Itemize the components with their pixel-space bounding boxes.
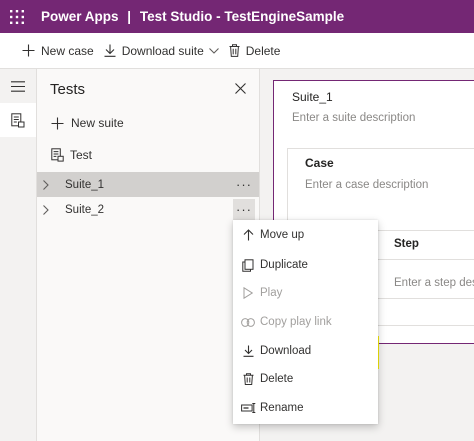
arrow-up-icon (239, 229, 257, 241)
download-suite-label: Download suite (121, 43, 204, 58)
test-item-label: Test (70, 148, 93, 162)
menu-item-delete[interactable]: Delete (233, 365, 378, 393)
trash-icon (229, 44, 240, 57)
link-icon (239, 317, 257, 327)
tree-item-suite-1[interactable]: Suite_1 ··· (37, 172, 259, 197)
tree-item-suite-2[interactable]: Suite_2 ··· (37, 197, 259, 222)
delete-button[interactable]: Delete (229, 33, 281, 68)
title-bar: Power Apps | Test Studio - TestEngineSam… (0, 0, 474, 33)
tree-item-label: Suite_2 (65, 203, 105, 216)
menu-item-label: Rename (260, 402, 304, 414)
context-menu: Move up Duplicate Play Copy play link Do… (233, 220, 378, 424)
hamburger-menu-icon[interactable] (0, 69, 36, 103)
menu-item-label: Play (260, 287, 283, 299)
menu-item-duplicate[interactable]: Duplicate (233, 251, 378, 279)
step-description-input[interactable]: Enter a step des (394, 277, 474, 289)
download-icon (239, 345, 257, 357)
menu-item-rename[interactable]: Rename (233, 394, 378, 422)
tests-pane: Tests New suite Test Suite_1 ··· Suite_2… (37, 69, 260, 441)
suite-description-input[interactable]: Enter a suite description (292, 112, 415, 124)
menu-item-label: Delete (260, 373, 294, 385)
chevron-right-icon[interactable] (43, 179, 65, 190)
case-title[interactable]: Case (305, 156, 334, 170)
tree-item-label: Suite_1 (65, 178, 105, 191)
pane-title: Tests (50, 81, 86, 98)
case-description-input[interactable]: Enter a case description (305, 179, 428, 191)
command-bar: New case Download suite Delete (0, 33, 474, 69)
menu-item-label: Move up (260, 229, 305, 241)
test-studio-icon[interactable] (0, 103, 36, 137)
download-suite-button[interactable]: Download suite (104, 33, 219, 68)
app-title: Power Apps | Test Studio - TestEngineSam… (41, 9, 344, 24)
chevron-down-icon (208, 47, 219, 54)
more-options-icon[interactable]: ··· (233, 174, 255, 196)
divider (378, 298, 474, 299)
more-options-icon[interactable]: ··· (233, 198, 255, 221)
menu-item-label: Download (260, 345, 312, 357)
rename-icon (239, 403, 257, 413)
new-case-button[interactable]: New case (22, 33, 94, 68)
left-rail (0, 69, 37, 441)
title-separator: | (127, 9, 132, 24)
context-title: Test Studio - TestEngineSample (139, 9, 345, 24)
suite-title[interactable]: Suite_1 (292, 90, 333, 104)
delete-label: Delete (245, 43, 281, 58)
test-item[interactable]: Test (51, 145, 92, 165)
menu-item-download[interactable]: Download (233, 337, 378, 365)
step-column-header: Step (394, 238, 419, 250)
play-icon (239, 287, 257, 299)
menu-item-label: Copy play link (260, 316, 332, 328)
new-case-label: New case (41, 43, 94, 58)
menu-item-play: Play (233, 279, 378, 307)
test-document-icon (51, 148, 64, 162)
app-name: Power Apps (41, 9, 119, 24)
chevron-right-icon[interactable] (43, 204, 65, 215)
new-suite-button[interactable]: New suite (51, 113, 124, 133)
plus-icon (22, 44, 35, 57)
close-icon[interactable] (231, 79, 249, 97)
trash-icon (239, 373, 257, 385)
app-launcher-waffle-icon[interactable] (0, 0, 33, 33)
new-suite-label: New suite (71, 116, 124, 130)
plus-icon (51, 117, 64, 130)
steps-header (378, 230, 474, 260)
download-icon (104, 44, 116, 57)
menu-item-label: Duplicate (260, 259, 308, 271)
menu-item-move-up[interactable]: Move up (233, 221, 378, 249)
copy-icon (239, 258, 257, 272)
menu-item-copy-play-link: Copy play link (233, 308, 378, 336)
